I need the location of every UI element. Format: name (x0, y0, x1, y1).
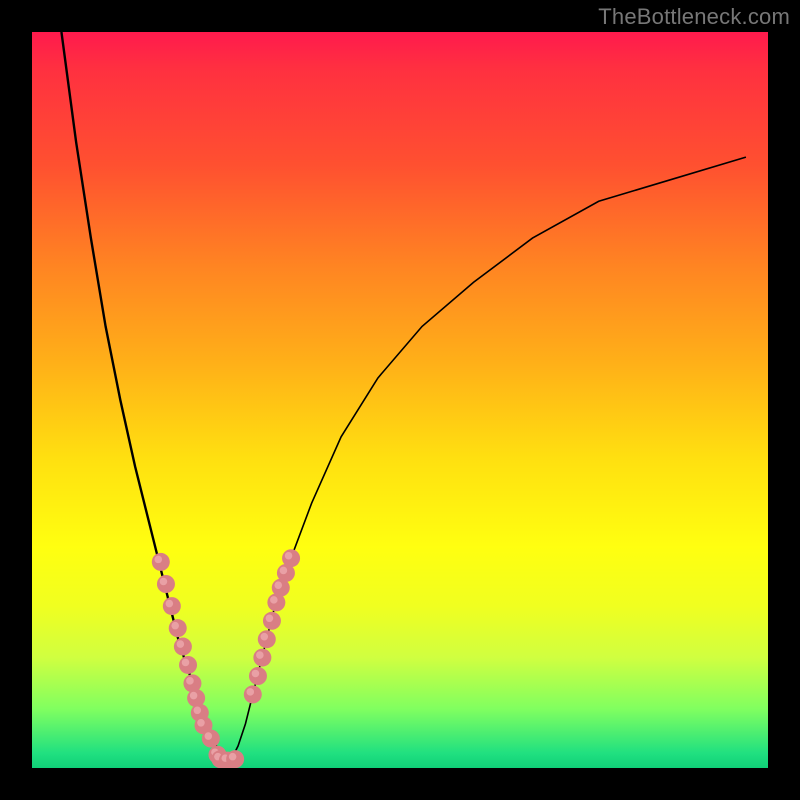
data-point-highlight (280, 567, 288, 575)
data-point-highlight (190, 692, 198, 700)
scatter-points-group (152, 549, 300, 768)
data-point-highlight (197, 719, 205, 727)
data-point-highlight (177, 640, 185, 648)
data-point-highlight (274, 581, 282, 589)
data-point-highlight (266, 615, 274, 623)
data-point-highlight (186, 677, 194, 685)
data-point-highlight (155, 556, 163, 564)
data-point-highlight (260, 633, 268, 641)
curve-layer (32, 32, 768, 768)
data-point-highlight (182, 659, 190, 667)
data-point-highlight (229, 753, 237, 761)
data-point-highlight (256, 651, 264, 659)
data-point-highlight (160, 578, 168, 586)
right-branch-curve (231, 157, 746, 761)
data-point-highlight (205, 732, 213, 740)
data-point-highlight (247, 688, 255, 696)
data-point-highlight (171, 622, 179, 630)
data-point-highlight (270, 596, 278, 604)
data-point-highlight (285, 552, 293, 560)
left-branch-curve (61, 32, 223, 761)
data-point-highlight (194, 707, 202, 715)
plot-area (32, 32, 768, 768)
data-point-highlight (252, 670, 260, 678)
watermark-text: TheBottleneck.com (598, 4, 790, 30)
data-point-highlight (166, 600, 174, 608)
